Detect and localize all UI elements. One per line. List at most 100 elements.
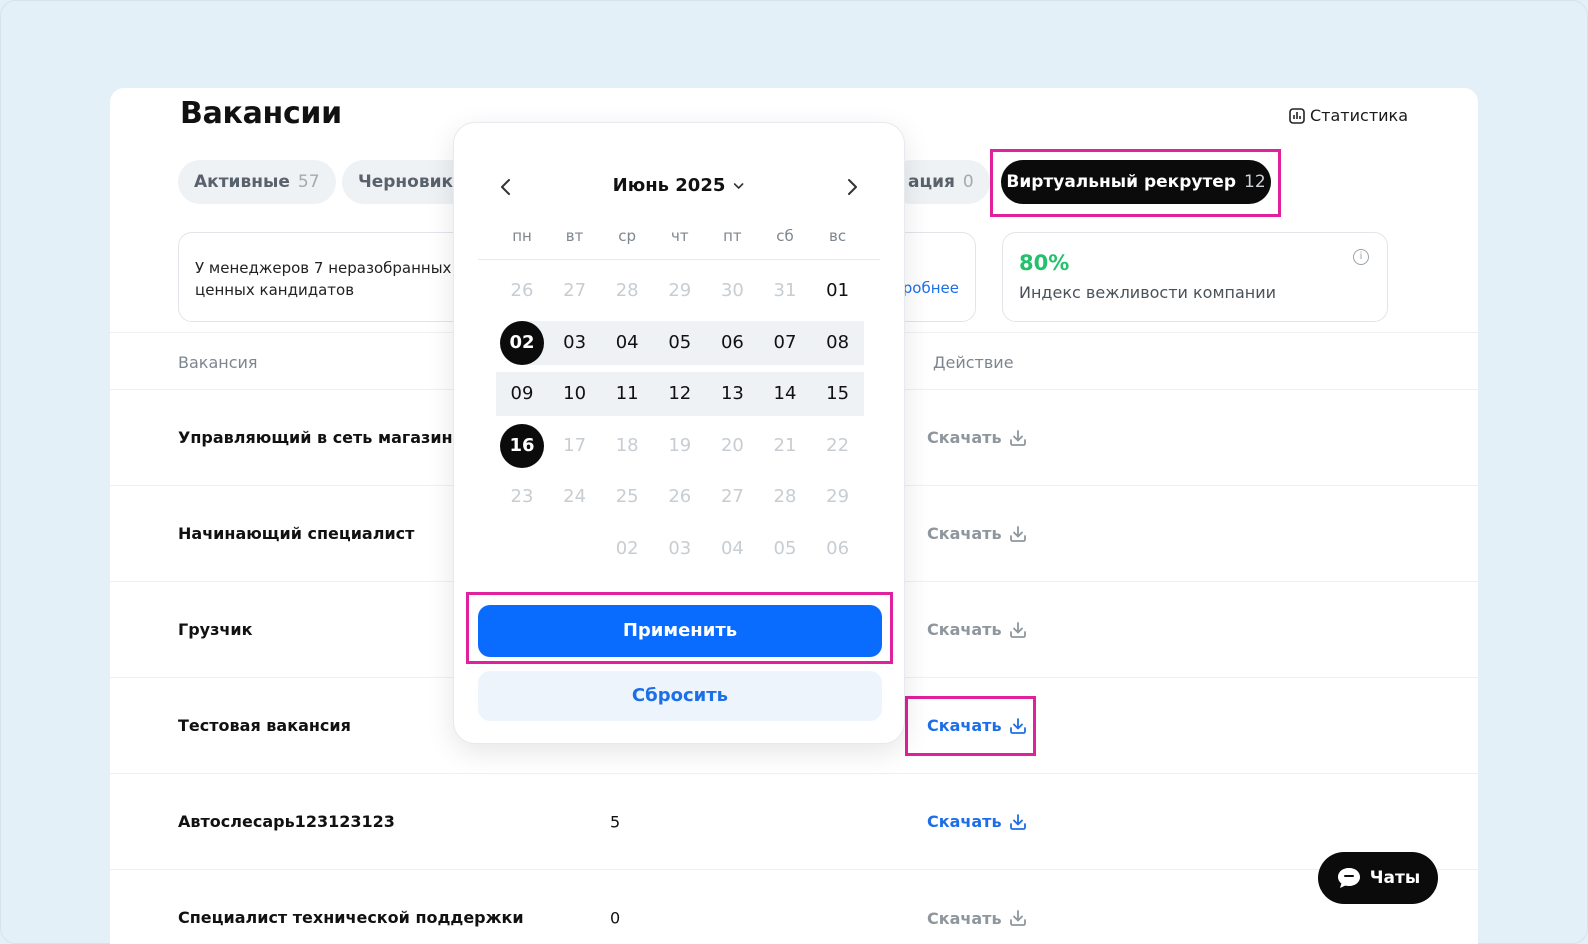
calendar-day[interactable]: 23 bbox=[496, 475, 548, 519]
calendar-day[interactable]: 28 bbox=[601, 269, 653, 313]
tab-active[interactable]: Активные 57 bbox=[178, 160, 336, 204]
weekday-label: сб bbox=[776, 227, 794, 245]
download-icon bbox=[1009, 525, 1026, 542]
selected-date[interactable]: 16 bbox=[496, 423, 548, 468]
weekday-label: пт bbox=[723, 227, 742, 245]
calendar-day[interactable]: 04 bbox=[706, 527, 758, 571]
calendar-day[interactable]: 02 bbox=[601, 527, 653, 571]
tab-count: 57 bbox=[297, 172, 320, 192]
date-range-picker: Июнь 2025 пн вт ср чт пт сб вс 26 27 28 29 30 31 01 0… bbox=[453, 122, 905, 744]
calendar-grid: 26 27 28 29 30 31 01 02 03 04 05 06 07 08 09 10 11 12 13 14… bbox=[496, 267, 864, 577]
calendar-day[interactable]: 18 bbox=[601, 424, 653, 468]
calendar-day[interactable]: 31 bbox=[759, 269, 811, 313]
tab-label: ация bbox=[908, 172, 955, 192]
calendar-day[interactable]: 04 bbox=[601, 321, 653, 365]
reset-button[interactable]: Сбросить bbox=[478, 671, 882, 721]
download-label: Скачать bbox=[927, 524, 1002, 543]
politeness-value: 80% bbox=[1019, 251, 1070, 275]
calendar-day[interactable]: 14 bbox=[759, 372, 811, 416]
download-icon bbox=[1009, 429, 1026, 446]
calendar-day[interactable]: 27 bbox=[549, 269, 601, 313]
calendar-day[interactable]: 08 bbox=[812, 321, 864, 365]
day-number: 29 bbox=[826, 486, 850, 508]
calendar-day[interactable]: 05 bbox=[759, 527, 811, 571]
download-label: Скачать bbox=[927, 908, 1002, 928]
calendar-day[interactable]: 30 bbox=[706, 269, 758, 313]
day-number: 27 bbox=[563, 280, 587, 301]
download-link[interactable]: Скачать bbox=[927, 716, 1028, 736]
day-number: 24 bbox=[563, 486, 587, 508]
calendar-day[interactable]: 25 bbox=[601, 475, 653, 519]
calendar-day[interactable]: 26 bbox=[654, 475, 706, 519]
table-row[interactable]: Специалист технической поддержки 0 Скачать bbox=[110, 870, 1478, 944]
selected-date[interactable]: 02 bbox=[496, 320, 548, 365]
download-link[interactable]: Скачать bbox=[927, 812, 1028, 832]
statistics-link[interactable]: Статистика bbox=[1288, 106, 1408, 125]
calendar-day[interactable]: 06 bbox=[812, 527, 864, 571]
day-number: 16 bbox=[500, 423, 544, 468]
calendar-day[interactable]: 17 bbox=[549, 424, 601, 468]
month-selector[interactable]: Июнь 2025 bbox=[613, 175, 746, 196]
calendar-day[interactable]: 03 bbox=[654, 527, 706, 571]
apply-button[interactable]: Применить bbox=[478, 605, 882, 657]
day-number: 13 bbox=[720, 383, 744, 405]
day-number: 30 bbox=[720, 280, 744, 301]
chat-bubble-icon bbox=[1337, 868, 1360, 888]
vacancy-title[interactable]: Специалист технической поддержки bbox=[178, 907, 598, 929]
calendar-day[interactable]: 12 bbox=[654, 372, 706, 416]
chats-label: Чаты bbox=[1369, 868, 1421, 888]
download-link[interactable]: Скачать bbox=[927, 428, 1028, 448]
day-number: 08 bbox=[826, 331, 850, 353]
calendar-day[interactable]: 03 bbox=[549, 321, 601, 365]
table-row[interactable]: Автослесарь123123123 5 Скачать bbox=[110, 774, 1478, 870]
day-number: 17 bbox=[563, 434, 587, 456]
weekday-label: чт bbox=[670, 227, 689, 245]
download-icon bbox=[1009, 621, 1026, 638]
vacancy-title[interactable]: Автослесарь123123123 bbox=[178, 811, 598, 833]
day-number: 20 bbox=[720, 434, 744, 456]
day-number: 21 bbox=[773, 434, 797, 456]
calendar-day[interactable]: 15 bbox=[812, 372, 864, 416]
day-number: 10 bbox=[563, 383, 587, 405]
calendar-divider bbox=[478, 259, 880, 260]
calendar-day[interactable]: 22 bbox=[812, 424, 864, 468]
calendar-day[interactable]: 01 bbox=[812, 269, 864, 313]
calendar-day[interactable]: 20 bbox=[706, 424, 758, 468]
calendar-day[interactable]: 06 bbox=[706, 321, 758, 365]
calendar-day[interactable]: 05 bbox=[654, 321, 706, 365]
calendar-day[interactable]: 13 bbox=[706, 372, 758, 416]
page-title: Вакансии bbox=[180, 96, 342, 131]
tab-label: Черновики bbox=[358, 172, 465, 192]
column-header-vacancy: Вакансия bbox=[178, 353, 258, 372]
calendar-day[interactable]: 10 bbox=[549, 372, 601, 416]
day-number: 01 bbox=[826, 280, 850, 301]
chats-button[interactable]: Чаты bbox=[1318, 852, 1438, 904]
download-label: Скачать bbox=[927, 812, 1002, 831]
calendar-day[interactable]: 09 bbox=[496, 372, 548, 416]
calendar-day[interactable]: 19 bbox=[654, 424, 706, 468]
day-number: 26 bbox=[668, 486, 692, 508]
chevron-right-icon[interactable] bbox=[840, 175, 864, 199]
calendar-day[interactable]: 07 bbox=[759, 321, 811, 365]
calendar-day[interactable]: 29 bbox=[812, 475, 864, 519]
managers-notice-line1: У менеджеров 7 неразобранных с bbox=[195, 259, 465, 277]
calendar-day[interactable]: 26 bbox=[496, 269, 548, 313]
chevron-left-icon[interactable] bbox=[494, 175, 518, 199]
info-icon[interactable]: i bbox=[1353, 249, 1369, 265]
download-link[interactable]: Скачать bbox=[927, 908, 1028, 928]
day-number: 06 bbox=[720, 331, 744, 353]
calendar-day[interactable]: 27 bbox=[706, 475, 758, 519]
day-number: 31 bbox=[773, 280, 797, 301]
calendar-day[interactable]: 29 bbox=[654, 269, 706, 313]
tab-virtual-recruiter[interactable]: Виртуальный рекрутер 12 bbox=[1001, 160, 1271, 204]
weekday-label: вс bbox=[829, 227, 847, 245]
download-link[interactable]: Скачать bbox=[927, 524, 1028, 544]
candidate-count: 5 bbox=[610, 812, 621, 831]
details-link[interactable]: робнее bbox=[903, 279, 959, 297]
download-link[interactable]: Скачать bbox=[927, 620, 1028, 640]
calendar-day[interactable]: 11 bbox=[601, 372, 653, 416]
calendar-day[interactable]: 28 bbox=[759, 475, 811, 519]
calendar-day[interactable]: 21 bbox=[759, 424, 811, 468]
calendar-day[interactable]: 24 bbox=[549, 475, 601, 519]
day-number: 02 bbox=[500, 320, 544, 365]
